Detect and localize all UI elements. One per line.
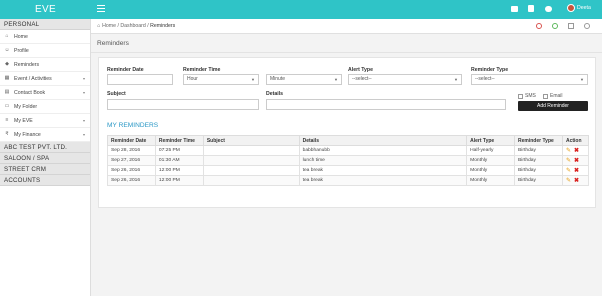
- col-reminder-type[interactable]: Reminder Type: [514, 135, 563, 146]
- reminders-table: Reminder Date Reminder Time Subject Deta…: [107, 135, 590, 186]
- folder-icon: ▭: [4, 103, 10, 109]
- subject-label: Subject: [107, 91, 126, 97]
- chevron-down-icon: ▾: [82, 118, 85, 123]
- col-details[interactable]: Details: [298, 135, 468, 146]
- edit-icon[interactable]: ✎: [566, 178, 571, 184]
- sidebar-item-contact-book[interactable]: ▤ Contact Book ▾: [0, 86, 90, 100]
- calendar-icon: ▦: [4, 75, 10, 81]
- minute-select[interactable]: Minute ▼: [266, 74, 342, 85]
- add-reminder-button[interactable]: Add Reminder: [518, 101, 588, 111]
- edit-icon[interactable]: ✎: [566, 168, 571, 174]
- chat-icon[interactable]: [545, 6, 552, 12]
- avatar: [567, 4, 575, 12]
- reminder-date-input[interactable]: [107, 74, 173, 85]
- table-row: Sep 26, 2016 12:00 PM tea break Monthly …: [107, 165, 590, 176]
- reminder-type-label: Reminder Type: [471, 67, 509, 73]
- home-icon: ⌂: [5, 33, 9, 39]
- details-input[interactable]: [266, 99, 506, 110]
- user-menu[interactable]: Deeta: [567, 4, 591, 12]
- col-alert-type[interactable]: Alert Type: [466, 135, 516, 146]
- book-icon: ▤: [4, 89, 10, 95]
- details-label: Details: [266, 91, 284, 97]
- settings-icon[interactable]: [584, 23, 590, 29]
- divider: [91, 52, 602, 53]
- table-row: Sep 28, 2016 07:25 PM babbhanubb Half-ye…: [107, 145, 590, 156]
- sidebar-section-street-crm[interactable]: STREET CRM: [0, 164, 90, 175]
- home-icon[interactable]: ⌂: [97, 23, 100, 29]
- sidebar-item-my-finance[interactable]: ₹ My Finance ▾: [0, 128, 90, 142]
- window-icon[interactable]: [568, 23, 574, 29]
- col-reminder-date[interactable]: Reminder Date: [107, 135, 156, 146]
- sidebar-section-abc[interactable]: ABC TEST PVT. LTD.: [0, 142, 90, 153]
- table-row: Sep 27, 2016 01:30 AM lunch time Monthly…: [107, 155, 590, 166]
- edit-icon[interactable]: ✎: [566, 148, 571, 154]
- edit-icon[interactable]: ✎: [566, 158, 571, 164]
- sms-checkbox[interactable]: SMS: [518, 93, 536, 99]
- breadcrumb-current: Reminders: [150, 23, 176, 29]
- sidebar-item-events[interactable]: ▦ Event / Activities ▾: [0, 72, 90, 86]
- my-reminders-heading: MY REMINDERS: [107, 122, 159, 129]
- reminder-date-label: Reminder Date: [107, 67, 144, 73]
- chevron-down-icon: ▾: [82, 132, 85, 137]
- reminder-panel: Reminder Date Reminder Time Hour ▼ Minute…: [98, 57, 596, 208]
- sidebar-section-personal[interactable]: PERSONAL: [0, 19, 90, 30]
- sidebar-item-reminders[interactable]: ◆ Reminders: [0, 58, 90, 72]
- list-icon: ≡: [5, 117, 9, 123]
- email-checkbox[interactable]: Email: [543, 93, 563, 99]
- sidebar: PERSONAL ⌂ Home ☺ Profile ◆ Reminders ▦ Even…: [0, 19, 91, 296]
- chevron-down-icon: ▼: [454, 77, 458, 82]
- app-logo[interactable]: EVE: [0, 0, 91, 19]
- reminder-time-label: Reminder Time: [183, 67, 221, 73]
- chevron-down-icon: ▼: [334, 77, 338, 82]
- delete-icon[interactable]: ✖: [574, 178, 579, 184]
- sidebar-item-my-eve[interactable]: ≡ My EVE ▾: [0, 114, 90, 128]
- bell-icon: ◆: [5, 61, 9, 67]
- status-green-icon[interactable]: [552, 23, 558, 29]
- menu-toggle-icon[interactable]: [97, 5, 105, 13]
- breadcrumb-home[interactable]: Home: [102, 23, 116, 29]
- sidebar-item-home[interactable]: ⌂ Home: [0, 30, 90, 44]
- chevron-down-icon: ▾: [82, 76, 85, 81]
- contact-card-icon[interactable]: [511, 6, 518, 12]
- chevron-down-icon: ▼: [251, 77, 255, 82]
- table-row: Sep 26, 2016 12:00 PM tea break Monthly …: [107, 175, 590, 186]
- subject-input[interactable]: [107, 99, 259, 110]
- sidebar-section-saloon[interactable]: SALOON / SPA: [0, 153, 90, 164]
- alert-type-select[interactable]: --select-- ▼: [348, 74, 462, 85]
- breadcrumb: ⌂ Home / Dashboard / Reminders: [91, 19, 602, 34]
- col-reminder-time[interactable]: Reminder Time: [154, 135, 204, 146]
- page-title: Reminders: [97, 40, 129, 47]
- sidebar-section-accounts[interactable]: ACCOUNTS: [0, 175, 90, 186]
- chevron-down-icon: ▾: [82, 90, 85, 95]
- delete-icon[interactable]: ✖: [574, 158, 579, 164]
- col-subject[interactable]: Subject: [202, 135, 300, 146]
- status-red-icon[interactable]: [536, 23, 542, 29]
- alert-type-label: Alert Type: [348, 67, 373, 73]
- reminder-type-select[interactable]: --select-- ▼: [471, 74, 588, 85]
- col-action: Action: [561, 135, 590, 146]
- sidebar-item-profile[interactable]: ☺ Profile: [0, 44, 90, 58]
- document-icon[interactable]: [528, 5, 534, 12]
- delete-icon[interactable]: ✖: [574, 148, 579, 154]
- sidebar-item-my-folder[interactable]: ▭ My Folder: [0, 100, 90, 114]
- profile-icon: ☺: [4, 47, 10, 53]
- table-header-row: Reminder Date Reminder Time Subject Deta…: [107, 135, 590, 146]
- hour-select[interactable]: Hour ▼: [183, 74, 259, 85]
- rupee-icon: ₹: [5, 131, 9, 137]
- chevron-down-icon: ▼: [580, 77, 584, 82]
- top-bar: Deeta: [91, 0, 602, 19]
- delete-icon[interactable]: ✖: [574, 168, 579, 174]
- breadcrumb-dashboard[interactable]: Dashboard: [120, 23, 145, 29]
- user-name: Deeta: [577, 5, 591, 11]
